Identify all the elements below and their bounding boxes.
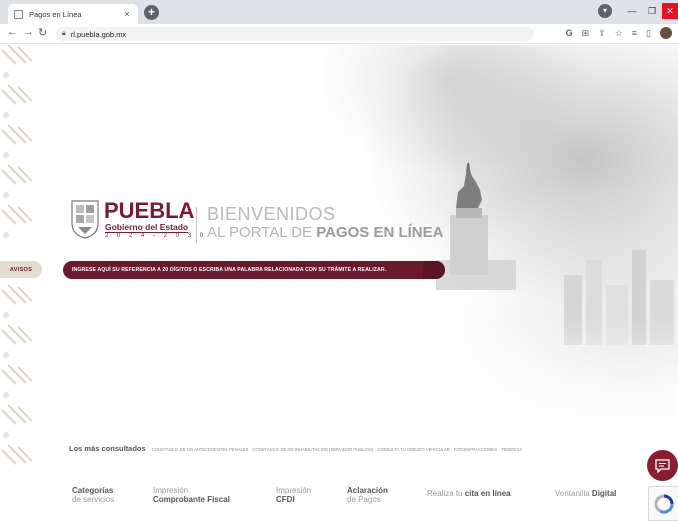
nav-impresion-comprobante[interactable]: Impresión Comprobante Fiscal xyxy=(153,486,230,504)
nav-impresion-cfdi[interactable]: Impresión CFDI xyxy=(276,486,311,504)
most-consulted-label: Los más consultados xyxy=(69,444,146,453)
lock-icon[interactable]: 🔒︎ xyxy=(62,30,66,38)
portal-heading: AL PORTAL DE PAGOS EN LÍNEA xyxy=(207,225,443,241)
minimize-icon[interactable]: — xyxy=(622,6,642,16)
page-favicon-icon xyxy=(14,9,23,19)
recaptcha-icon xyxy=(653,493,674,514)
window-controls: ▾ — ❐ ✕ xyxy=(598,0,678,22)
nav-ventanilla-bold: Digital xyxy=(591,489,617,498)
nav-categorias-bottom: de servicios xyxy=(72,495,115,504)
logo-subtitle: Gobierno del Estado xyxy=(105,222,189,233)
profile-avatar-icon[interactable] xyxy=(660,27,672,39)
search-input[interactable]: INGRESE AQUÍ SU REFERENCIA A 20 DÍGITOS … xyxy=(63,261,445,279)
address-bar[interactable]: 🔒︎ rl.puebla.gob.mx xyxy=(56,27,534,41)
search-button[interactable] xyxy=(423,261,445,279)
nav-cfdi-top: Impresión xyxy=(276,486,312,495)
tab-search-icon[interactable]: ▾ xyxy=(598,4,612,18)
consulted-link[interactable]: CONSULTA TU ADEUDO VEHICULAR xyxy=(377,447,450,452)
chat-button[interactable] xyxy=(647,450,678,481)
nav-aclaracion-bottom: de Pagos xyxy=(347,495,381,504)
nav-cita-bold: cita en línea xyxy=(464,489,511,498)
consulted-link[interactable]: FOTOINFRACCIONES xyxy=(454,447,497,452)
nav-cita-prefix: Realiza tu xyxy=(427,489,465,498)
decorative-pattern-strip xyxy=(1,45,33,465)
nav-cita[interactable]: Realiza tu cita en línea xyxy=(427,487,511,498)
browser-toolbar: ← → ↻ 🔒︎ rl.puebla.gob.mx G ⊞ ⇪ ☆ ≡ ▯ xyxy=(0,24,678,44)
nav-aclaracion-top: Aclaración xyxy=(347,486,388,495)
portal-bold: PAGOS EN LÍNEA xyxy=(316,224,444,241)
reload-icon[interactable]: ↻ xyxy=(38,26,47,39)
share-icon[interactable]: ⇪ xyxy=(598,28,606,39)
nav-ventanilla-prefix: Ventanilla xyxy=(555,489,592,498)
logo-years: 2 0 2 4 - 2 0 3 0 xyxy=(105,233,207,239)
nav-comprobante-bottom: Comprobante Fiscal xyxy=(153,495,230,504)
maximize-icon[interactable]: ❐ xyxy=(642,6,662,17)
reading-list-icon[interactable]: ≡ xyxy=(632,28,637,38)
close-window-icon[interactable]: ✕ xyxy=(662,3,678,19)
nav-cfdi-bottom: CFDI xyxy=(276,495,295,504)
translate-icon[interactable]: ⊞ xyxy=(582,28,590,39)
logo-divider xyxy=(196,207,197,243)
page-content: PUEBLA Gobierno del Estado 2 0 2 4 - 2 0… xyxy=(0,45,678,521)
browser-tabstrip: Pagos en Línea × + ▾ — ❐ ✕ xyxy=(0,0,678,24)
browser-tab[interactable]: Pagos en Línea × xyxy=(8,4,138,24)
nav-aclaracion[interactable]: Aclaración de Pagos xyxy=(347,486,388,504)
side-panel-icon[interactable]: ▯ xyxy=(646,28,651,39)
state-coat-of-arms-icon xyxy=(71,200,99,239)
chat-bubble-icon xyxy=(655,458,670,473)
google-icon[interactable]: G xyxy=(566,28,573,38)
back-arrow-icon[interactable]: ← xyxy=(7,26,18,38)
logo-puebla-text: PUEBLA xyxy=(104,198,195,223)
most-consulted-bar: Los más consultados CONSTANCIA DE NO ANT… xyxy=(69,444,526,453)
avisos-side-tab[interactable]: AVISOS xyxy=(0,261,42,278)
nav-categorias[interactable]: Categorías de servicios xyxy=(72,486,114,504)
consulted-link[interactable]: TENENCIA xyxy=(501,447,522,452)
nav-categorias-top: Categorías xyxy=(72,486,114,495)
toolbar-icons: G ⊞ ⇪ ☆ ≡ ▯ xyxy=(566,27,672,39)
consulted-link[interactable]: CONSTANCIA DE NO INHABILITACIÓN (SERVIDO… xyxy=(252,447,373,452)
search-placeholder: INGRESE AQUÍ SU REFERENCIA A 20 DÍGITOS … xyxy=(72,267,387,273)
consulted-link[interactable]: CONSTANCIA DE NO ANTECEDENTES PENALES xyxy=(152,447,249,452)
forward-arrow-icon[interactable]: → xyxy=(23,26,34,38)
bookmark-star-icon[interactable]: ☆ xyxy=(615,28,623,39)
recaptcha-badge[interactable] xyxy=(648,486,678,521)
nav-impresion-top: Impresión xyxy=(153,486,189,495)
new-tab-button[interactable]: + xyxy=(144,5,159,20)
nav-ventanilla[interactable]: Ventanilla Digital xyxy=(555,487,616,498)
tab-close-icon[interactable]: × xyxy=(122,9,132,19)
url-text: rl.puebla.gob.mx xyxy=(70,29,127,39)
welcome-heading: BIENVENIDOS xyxy=(207,204,336,224)
portal-prefix: AL PORTAL DE xyxy=(207,224,317,241)
tab-title: Pagos en Línea xyxy=(29,9,82,19)
